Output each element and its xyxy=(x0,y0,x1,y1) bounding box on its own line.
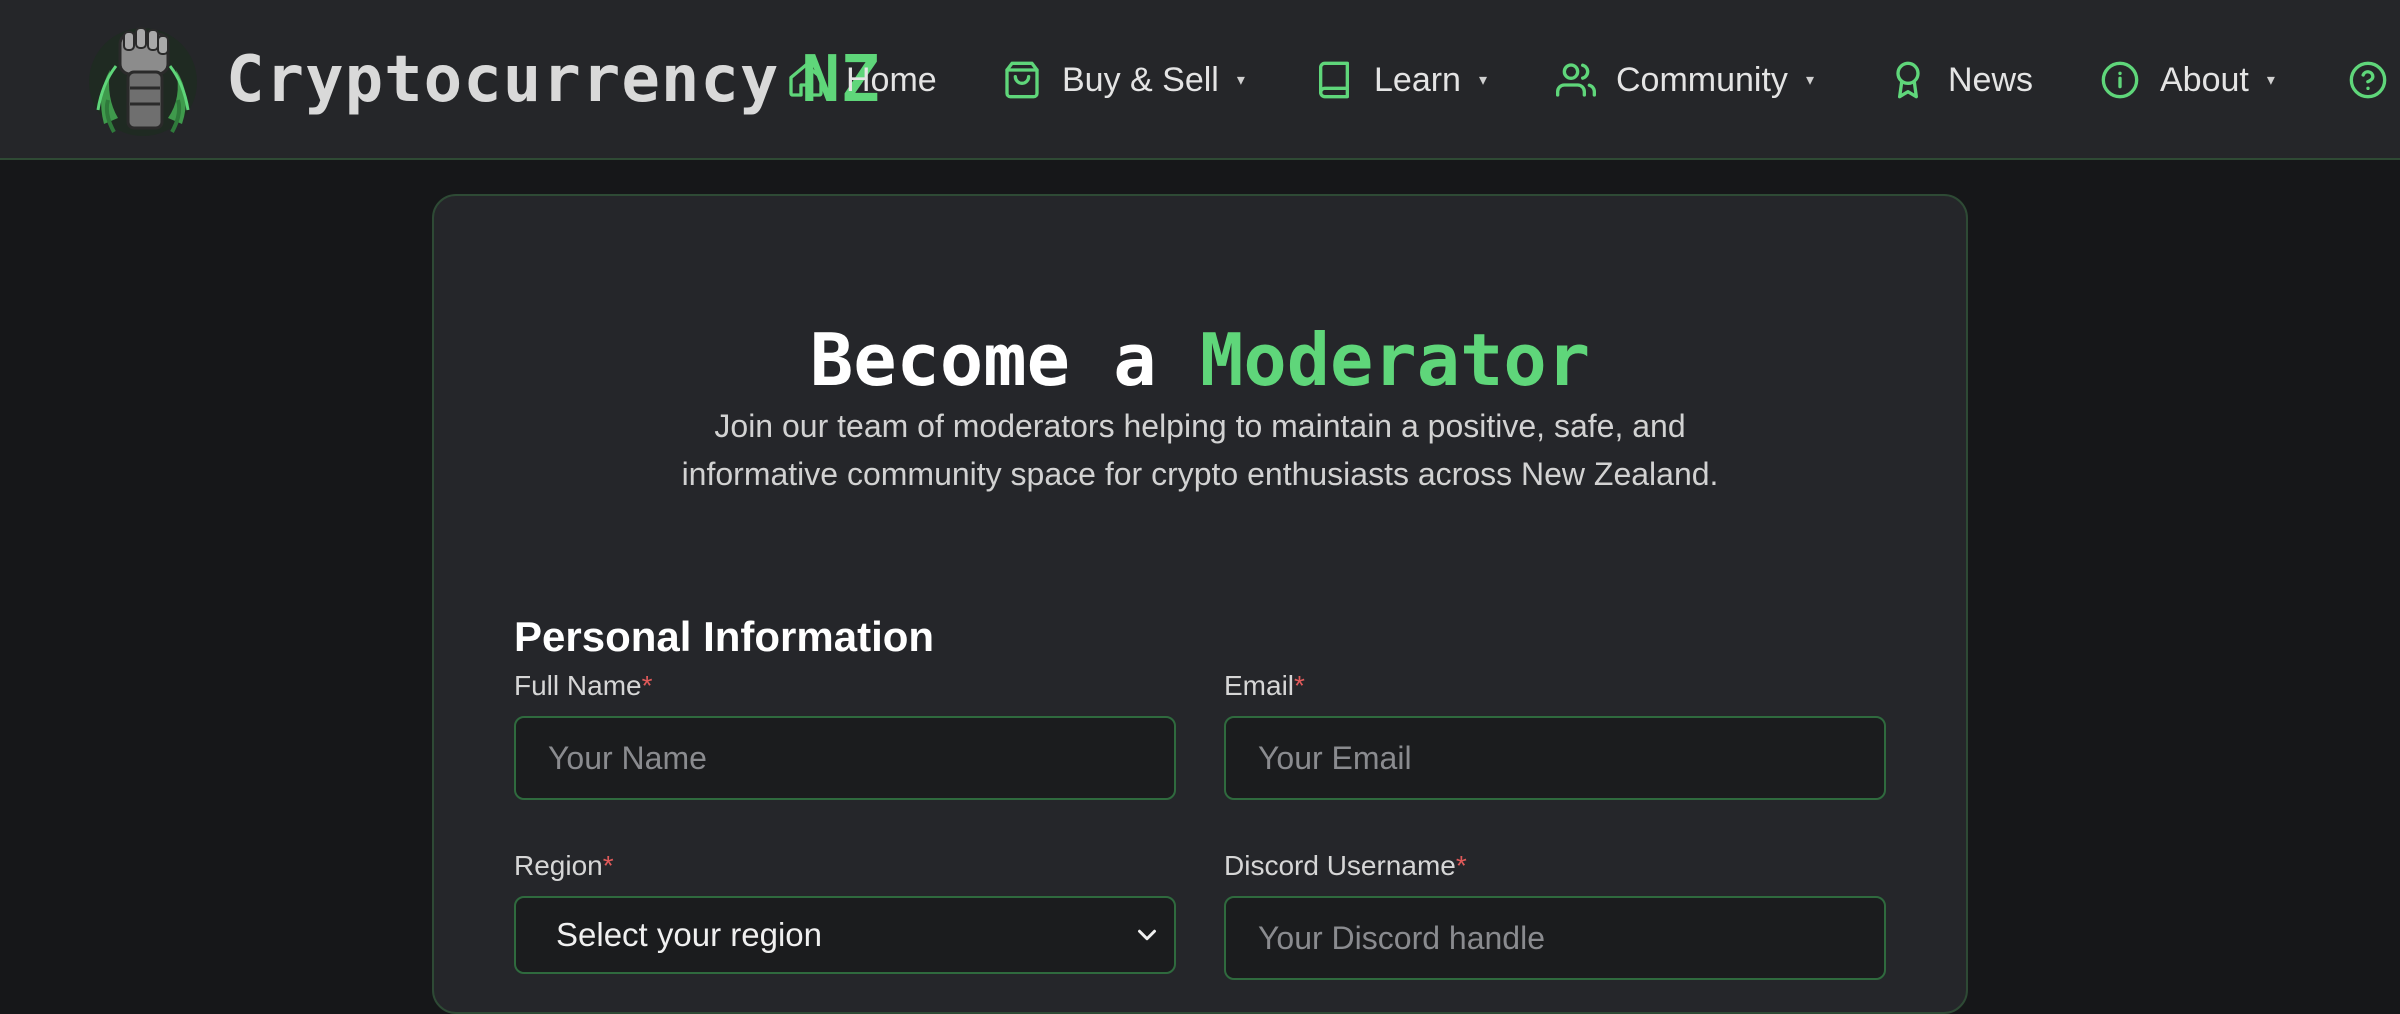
chevron-down-icon: ▾ xyxy=(1805,72,1814,89)
chevron-down-icon: ▾ xyxy=(2266,72,2275,89)
shopping-bag-icon xyxy=(1005,61,1039,99)
nav-item-news[interactable]: News xyxy=(1888,48,2033,112)
full-name-label: Full Name* xyxy=(514,670,653,702)
section-title-personal-information: Personal Information xyxy=(514,612,935,660)
book-icon xyxy=(1319,61,1349,99)
email-label-text: Email xyxy=(1224,670,1295,701)
chevron-down-icon: ▾ xyxy=(1478,72,1487,89)
nav-item-label: Buy & Sell xyxy=(1062,60,1219,99)
brand-name-main: Cryptocurrency xyxy=(226,43,780,117)
nav-item-label: News xyxy=(1948,60,2034,99)
brand-name[interactable]: Cryptocurrency NZ xyxy=(226,38,881,122)
discord-username-label-text: Discord Username xyxy=(1224,850,1456,881)
award-icon xyxy=(1896,61,1920,99)
page-title-highlight: Moderator xyxy=(1200,318,1591,403)
nav-item-community[interactable]: Community ▾ xyxy=(1556,48,1814,112)
page-intro-line: Join our team of moderators helping to m… xyxy=(714,408,1686,444)
info-icon xyxy=(2101,61,2139,99)
required-marker: * xyxy=(602,850,614,881)
email-label: Email* xyxy=(1224,670,1305,702)
email-input[interactable] xyxy=(1224,716,1886,800)
region-label-text: Region xyxy=(514,850,603,881)
top-navbar: Cryptocurrency NZ Home Buy & Sell ▾ Lear… xyxy=(0,0,2400,160)
nav-item-label: Learn xyxy=(1374,60,1461,99)
nav-item-about[interactable]: About ▾ xyxy=(2100,48,2275,112)
region-select-value: Select your region xyxy=(556,916,822,953)
required-marker: * xyxy=(1294,670,1305,701)
nav-item-home[interactable]: Home xyxy=(786,48,937,112)
home-icon xyxy=(789,63,823,97)
full-name-label-text: Full Name xyxy=(514,670,642,701)
nav-item-buy-sell[interactable]: Buy & Sell ▾ xyxy=(1002,48,1245,112)
nav-item-learn[interactable]: Learn ▾ xyxy=(1314,48,1487,112)
page-title-prefix: Become a xyxy=(809,318,1157,403)
nav-item-label: About xyxy=(2160,60,2249,99)
page-intro-line: informative community space for crypto e… xyxy=(681,456,1719,492)
help-circle-icon xyxy=(2349,61,2387,99)
required-marker: * xyxy=(641,670,653,701)
fist-logo-icon xyxy=(89,27,197,136)
nav-item-label: Community xyxy=(1616,60,1788,99)
page-title: Become a Moderator xyxy=(0,312,2400,408)
chevron-down-icon xyxy=(1138,929,1156,941)
region-label: Region* xyxy=(514,850,614,882)
users-icon xyxy=(1556,63,1596,97)
discord-username-input[interactable] xyxy=(1224,896,1886,980)
nav-item-label: Home xyxy=(846,60,937,99)
nav-item-help[interactable] xyxy=(2348,48,2388,112)
site-logo[interactable] xyxy=(84,14,202,146)
required-marker: * xyxy=(1455,850,1467,881)
chevron-down-icon: ▾ xyxy=(1236,72,1245,89)
discord-username-label: Discord Username* xyxy=(1224,850,1467,882)
full-name-input[interactable] xyxy=(514,716,1176,800)
page-intro: Join our team of moderators helping to m… xyxy=(560,402,1840,498)
region-select[interactable]: Select your region xyxy=(514,896,1176,974)
